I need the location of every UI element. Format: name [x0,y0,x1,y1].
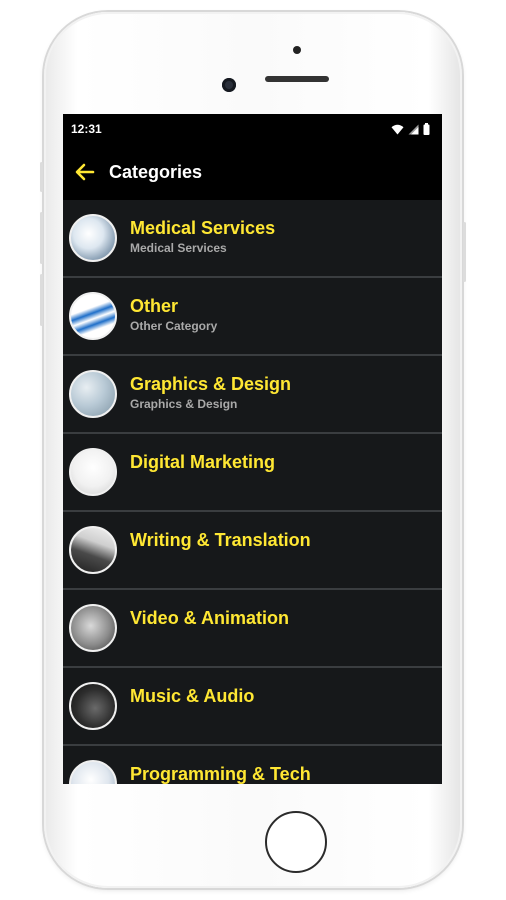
volume-down-button [40,274,43,326]
status-time: 12:31 [71,122,102,136]
category-title: Programming & Tech [130,764,311,784]
writing-thumbnail [69,526,117,574]
front-sensor [293,46,301,54]
volume-up-button [40,212,43,264]
music-thumbnail [69,682,117,730]
category-item-graphics-design[interactable]: Graphics & Design Graphics & Design [63,356,442,434]
power-button [463,222,466,282]
app-bar: Categories [63,144,442,200]
category-item-medical-services[interactable]: Medical Services Medical Services [63,200,442,278]
page-title: Categories [109,161,203,182]
video-thumbnail [69,604,117,652]
status-icons [391,123,430,135]
marketing-thumbnail [69,448,117,496]
category-title: Medical Services [130,218,276,238]
design-thumbnail [69,370,117,418]
category-subtitle: Other Category [130,319,218,333]
category-list: Medical Services Medical Services Other … [63,200,442,784]
programming-thumbnail [69,760,117,784]
category-item-programming-tech[interactable]: Programming & Tech [63,746,442,784]
app-screen: 12:31 Categories Medical Services Medica… [63,114,442,784]
category-subtitle: Graphics & Design [130,397,238,411]
category-item-digital-marketing[interactable]: Digital Marketing [63,434,442,512]
category-item-music-audio[interactable]: Music & Audio [63,668,442,746]
arrow-left-icon[interactable] [73,160,97,184]
globe-thumbnail [69,292,117,340]
earpiece-speaker [265,76,329,82]
category-title: Digital Marketing [130,452,276,472]
category-title: Other [130,296,179,316]
status-bar: 12:31 [63,114,442,144]
signal-icon [408,124,419,134]
battery-icon [423,123,430,135]
category-title: Writing & Translation [130,530,311,550]
mute-switch [40,162,43,192]
medical-thumbnail [69,214,117,262]
category-title: Music & Audio [130,686,255,706]
category-item-other[interactable]: Other Other Category [63,278,442,356]
category-item-video-animation[interactable]: Video & Animation [63,590,442,668]
wifi-icon [391,124,404,134]
front-camera [222,78,236,92]
home-button[interactable] [265,811,327,873]
category-subtitle: Medical Services [130,241,227,255]
category-title: Video & Animation [130,608,290,628]
category-item-writing-translation[interactable]: Writing & Translation [63,512,442,590]
category-title: Graphics & Design [130,374,292,394]
